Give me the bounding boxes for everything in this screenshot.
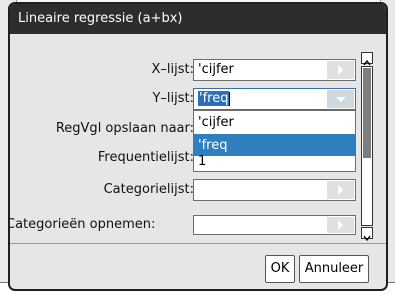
x-list-label: X–lijst: — [151, 62, 195, 77]
y-list-select[interactable]: 'freq — [193, 88, 356, 110]
frequency-list-field[interactable]: 1 — [193, 154, 356, 172]
regvgl-label: RegVgl opslaan naar: — [55, 121, 194, 136]
scroll-track[interactable] — [361, 66, 373, 226]
cancel-button[interactable]: Annuleer — [299, 255, 369, 283]
category-list-select[interactable] — [193, 179, 356, 201]
chevron-down-icon — [363, 235, 371, 242]
x-list-value: 'cijfer — [198, 62, 234, 77]
dropdown-option-cijfer[interactable]: 'cijfer — [194, 111, 355, 134]
scroll-up-button[interactable] — [361, 52, 373, 66]
y-list-dropdown: 'cijfer 'freq — [193, 110, 356, 158]
category-list-label: Categorielijst: — [103, 182, 194, 197]
chevron-right-icon — [338, 185, 343, 195]
scroll-down-button[interactable] — [361, 227, 373, 242]
text-caret — [229, 91, 231, 106]
y-list-value: 'freq — [198, 91, 230, 106]
y-list-dropdown-arrow[interactable] — [327, 90, 354, 108]
scroll-thumb[interactable] — [363, 68, 371, 158]
category-list-dropdown-arrow[interactable] — [327, 181, 354, 199]
chevron-down-icon — [336, 97, 346, 102]
chevron-right-icon — [338, 220, 343, 230]
x-list-dropdown-arrow[interactable] — [327, 61, 354, 79]
x-list-select[interactable]: 'cijfer — [193, 59, 356, 81]
dropdown-option-freq[interactable]: 'freq — [194, 134, 355, 157]
dialog-title: Lineaire regressie (a+bx) — [10, 4, 386, 34]
chevron-right-icon — [338, 65, 343, 75]
ok-button[interactable]: OK — [265, 255, 295, 283]
dialog-divider — [10, 243, 386, 244]
frequency-list-label: Frequentielijst: — [97, 150, 194, 165]
include-categories-dropdown-arrow[interactable] — [327, 217, 354, 233]
frequency-list-value: 1 — [198, 154, 207, 169]
linear-regression-dialog: Lineaire regressie (a+bx) X–lijst: 'cijf… — [8, 2, 388, 291]
include-categories-label: Categorieën opnemen: — [8, 217, 156, 232]
y-list-label: Y–lijst: — [152, 91, 194, 106]
vertical-scrollbar[interactable] — [361, 52, 375, 242]
include-categories-select[interactable] — [193, 215, 356, 235]
